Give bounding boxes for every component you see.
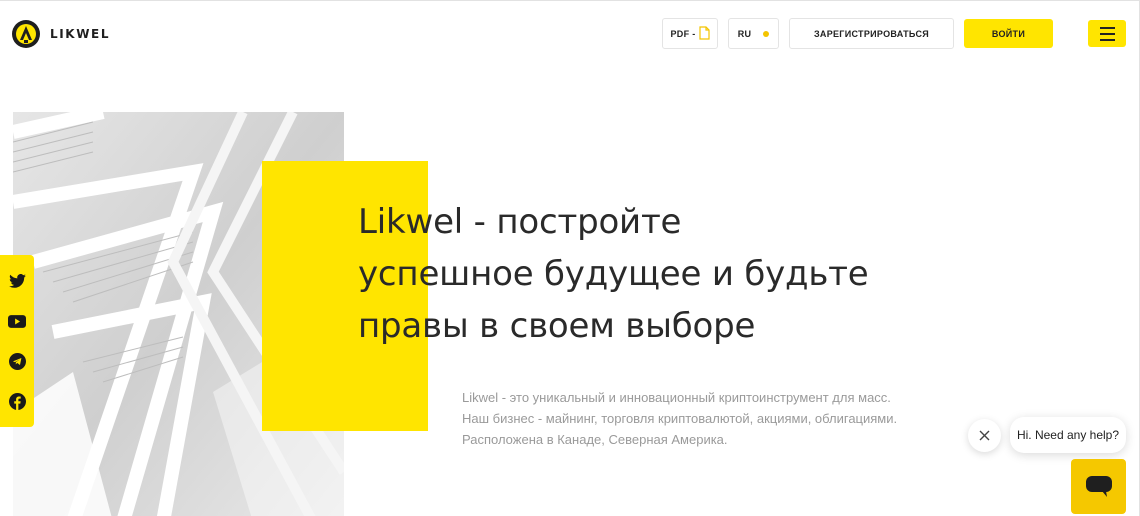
youtube-icon[interactable] <box>8 312 26 330</box>
logo-icon <box>12 20 40 48</box>
register-button[interactable]: ЗАРЕГИСТРИРОВАТЬСЯ <box>789 18 954 49</box>
language-label: RU <box>737 28 752 39</box>
chat-close-icon[interactable] <box>968 419 1001 452</box>
hero-title: Likwel - постройте успешное будущее и бу… <box>358 196 958 352</box>
page: LIKWEL PDF - RU ЗАРЕГИСТРИРОВАТЬСЯ ВОЙТИ <box>0 0 1140 516</box>
hamburger-menu-icon[interactable] <box>1088 20 1126 47</box>
brand-name: LIKWEL <box>50 27 111 41</box>
chat-launcher-button[interactable] <box>1071 459 1126 514</box>
social-bar <box>0 255 34 427</box>
pdf-button[interactable]: PDF - <box>662 18 718 49</box>
telegram-icon[interactable] <box>8 352 26 370</box>
pdf-file-icon <box>698 25 710 42</box>
twitter-icon[interactable] <box>8 272 26 290</box>
facebook-icon[interactable] <box>8 392 26 410</box>
language-selector[interactable]: RU <box>728 18 779 49</box>
chat-greeting-bubble[interactable]: Hi. Need any help? <box>1010 417 1126 453</box>
language-dot-icon <box>763 30 770 37</box>
pdf-label: PDF - <box>670 28 696 39</box>
hero-title-line-2: успешное будущее и будьте <box>358 254 869 294</box>
hero-description: Likwel - это уникальный и инновационный … <box>462 390 898 447</box>
hero-title-line-1: Likwel - постройте <box>358 202 682 242</box>
chat-bubble-icon <box>1085 475 1112 497</box>
hero-title-line-3: правы в своем выборе <box>358 306 756 346</box>
login-button[interactable]: ВОЙТИ <box>964 19 1053 48</box>
logo[interactable]: LIKWEL <box>12 20 110 48</box>
